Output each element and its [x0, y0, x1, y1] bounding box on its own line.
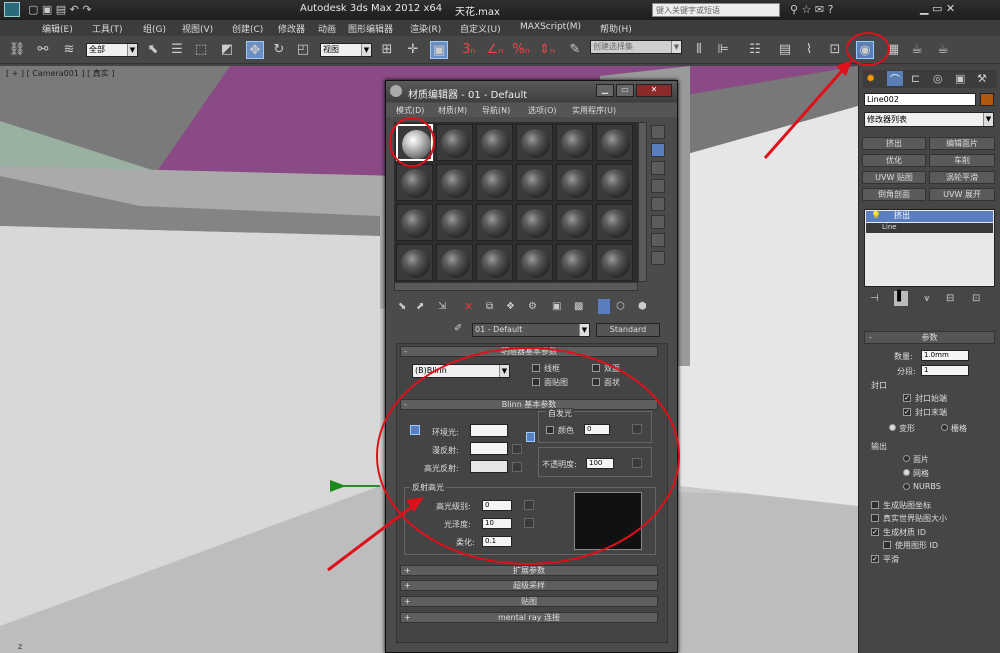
annotation-arrows	[327, 60, 852, 572]
